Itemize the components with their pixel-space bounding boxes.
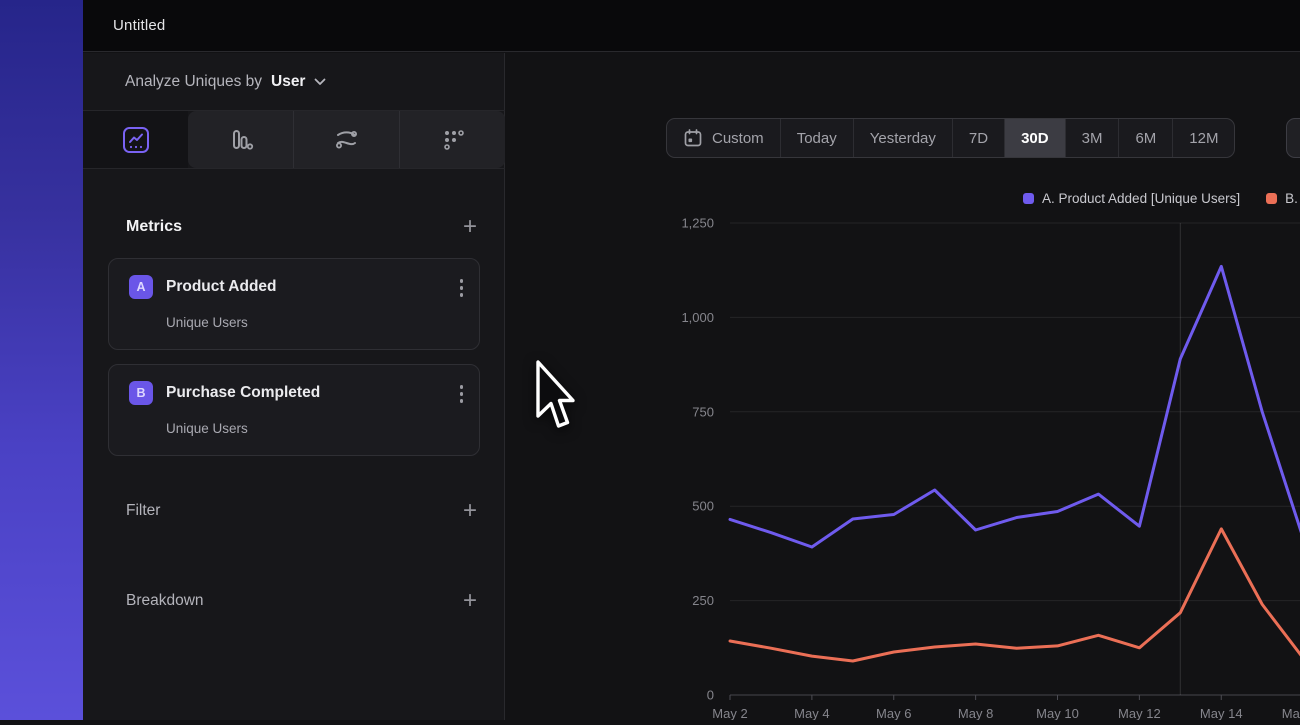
chart-type-tabs	[83, 111, 505, 169]
metrics-heading: Metrics	[126, 218, 182, 236]
range-label: 3M	[1082, 130, 1103, 147]
svg-text:May 2: May 2	[712, 706, 747, 720]
bar-chart-icon	[228, 127, 254, 153]
legend-label: A. Product Added [Unique Users]	[1042, 191, 1240, 206]
metric-card-b[interactable]: B Purchase Completed Unique Users	[108, 364, 480, 456]
analysis-chart: 0 250 500 750 1,000 1,250 May 2 May 4 May 6 May 8…	[643, 210, 1300, 720]
metric-name: Purchase Completed	[166, 384, 320, 402]
main-content: Custom Today Yesterday 7D 30D 3M 6M 12M …	[589, 53, 1300, 720]
calendar-icon	[683, 128, 703, 148]
svg-text:0: 0	[707, 688, 714, 703]
legend-chip-purple	[1023, 193, 1034, 204]
svg-text:May 10: May 10	[1036, 706, 1079, 720]
kebab-menu-icon[interactable]	[460, 279, 464, 297]
svg-text:750: 750	[692, 404, 714, 419]
compare-button[interactable]: Compare	[1286, 118, 1300, 158]
range-custom-button[interactable]: Custom	[667, 119, 780, 157]
svg-text:500: 500	[692, 499, 714, 514]
svg-text:May 16: May 16	[1282, 706, 1300, 720]
line-chart-icon	[122, 126, 150, 154]
svg-text:May 8: May 8	[958, 706, 993, 720]
svg-text:250: 250	[692, 593, 714, 608]
tab-bar-chart[interactable]	[188, 111, 293, 168]
range-12m-button[interactable]: 12M	[1172, 119, 1234, 157]
flows-icon	[333, 126, 360, 153]
range-3m-button[interactable]: 3M	[1065, 119, 1119, 157]
analyze-entity-dropdown[interactable]: User	[271, 73, 305, 91]
range-label: 7D	[969, 130, 988, 147]
breakdown-section-header: Breakdown +	[83, 579, 505, 623]
analyze-label: Analyze Uniques by	[125, 73, 262, 91]
metric-badge-b: B	[129, 381, 153, 405]
range-6m-button[interactable]: 6M	[1118, 119, 1172, 157]
analyze-uniques-row: Analyze Uniques by User	[83, 53, 505, 111]
tab-flows[interactable]	[293, 111, 399, 168]
metric-subtitle: Unique Users	[166, 421, 248, 436]
metric-card-a[interactable]: A Product Added Unique Users	[108, 258, 480, 350]
page-background-strip	[0, 0, 83, 720]
legend-label: B. Purchase Completed [Unique Users]	[1285, 191, 1300, 206]
range-7d-button[interactable]: 7D	[952, 119, 1004, 157]
legend-chip-orange	[1266, 193, 1277, 204]
svg-text:May 14: May 14	[1200, 706, 1243, 720]
metric-subtitle: Unique Users	[166, 315, 248, 330]
svg-text:May 6: May 6	[876, 706, 911, 720]
svg-text:1,250: 1,250	[681, 216, 714, 231]
svg-text:1,000: 1,000	[681, 310, 714, 325]
grid-dots-icon	[440, 127, 466, 153]
tab-line-chart[interactable]	[83, 111, 188, 168]
tab-retention-grid[interactable]	[399, 111, 505, 168]
range-today-button[interactable]: Today	[780, 119, 853, 157]
mouse-cursor	[533, 358, 575, 432]
inactive-tab-group	[188, 111, 505, 168]
range-yesterday-button[interactable]: Yesterday	[853, 119, 952, 157]
chart-legend: A. Product Added [Unique Users] B. Purch…	[1023, 191, 1300, 206]
filter-section-header: Filter +	[83, 489, 505, 533]
range-label: Custom	[712, 130, 764, 147]
chevron-down-icon[interactable]	[314, 78, 326, 86]
metric-badge-a: A	[129, 275, 153, 299]
header-bar: Untitled	[83, 0, 1300, 52]
legend-item-b: B. Purchase Completed [Unique Users]	[1266, 191, 1300, 206]
date-range-selector: Custom Today Yesterday 7D 30D 3M 6M 12M	[666, 118, 1235, 158]
range-label: 12M	[1189, 130, 1218, 147]
add-breakdown-button[interactable]: +	[463, 591, 477, 611]
sidebar: Analyze Uniques by User	[83, 53, 505, 720]
chart-area[interactable]: 0 250 500 750 1,000 1,250 May 2 May 4 May 6 May 8…	[643, 210, 1300, 720]
metrics-section-header: Metrics +	[83, 205, 505, 249]
report-title: Untitled	[113, 17, 165, 34]
range-label: 30D	[1021, 130, 1049, 147]
filter-heading: Filter	[126, 502, 160, 520]
breakdown-heading: Breakdown	[126, 592, 204, 610]
kebab-menu-icon[interactable]	[460, 385, 464, 403]
svg-text:May 4: May 4	[794, 706, 829, 720]
range-30d-button[interactable]: 30D	[1004, 119, 1065, 157]
range-label: Yesterday	[870, 130, 936, 147]
app-window: Untitled Analyze Uniques by User	[83, 0, 1300, 720]
metric-name: Product Added	[166, 278, 277, 296]
svg-text:May 12: May 12	[1118, 706, 1161, 720]
add-metric-button[interactable]: +	[463, 217, 477, 237]
legend-item-a: A. Product Added [Unique Users]	[1023, 191, 1240, 206]
add-filter-button[interactable]: +	[463, 501, 477, 521]
range-label: 6M	[1135, 130, 1156, 147]
range-label: Today	[797, 130, 837, 147]
